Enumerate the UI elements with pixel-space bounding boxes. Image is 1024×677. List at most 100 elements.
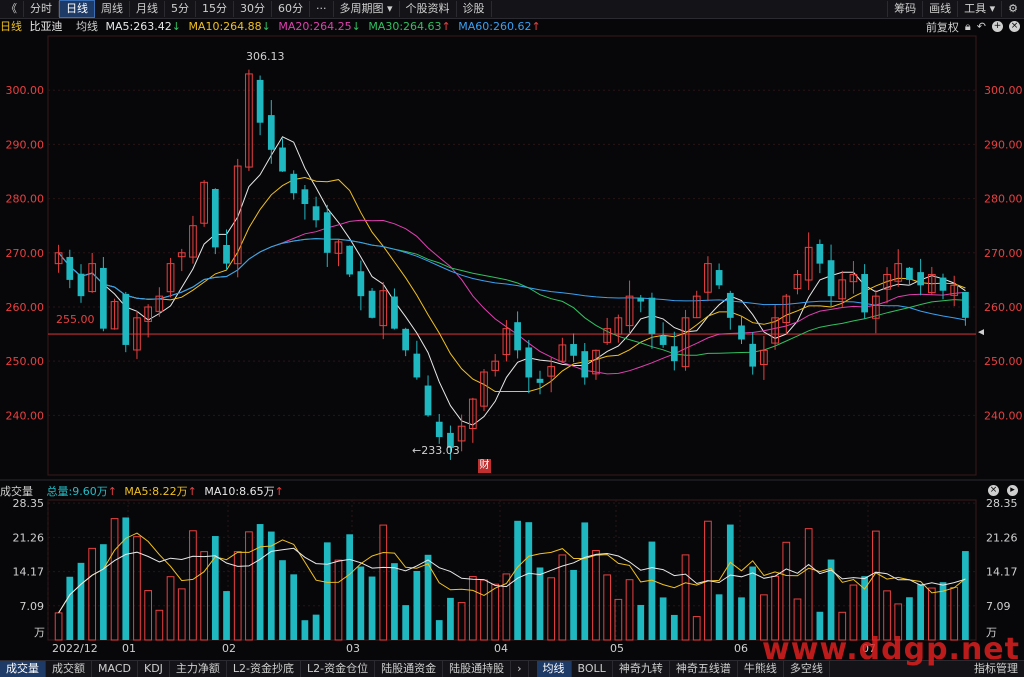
tab-ma[interactable]: 均线 [536,661,572,677]
volume-legend: 成交量 总量:9.60万↑ MA5:8.22万↑ MA10:8.65万↑ [0,484,288,499]
volume-tick-label: 21.26 [13,531,45,544]
tab-l2-bottom[interactable]: L2-资金抄底 [227,661,302,677]
candle-body [256,79,264,123]
candle-body [648,297,656,335]
price-tick-label: 240.00 [6,409,45,422]
vol-ma5-value: MA5:8.22万↑ [124,485,197,498]
candle-body [66,256,74,280]
candle-body [738,325,745,340]
candle-body [659,335,667,345]
close-icon[interactable]: × [988,485,999,496]
volume-bar [357,566,365,640]
volume-bar [122,517,130,640]
volume-bar [66,576,74,640]
volume-bar [738,597,745,640]
tab-main-net[interactable]: 主力净额 [170,661,227,677]
current-price-marker [978,329,984,336]
volume-bar [279,560,286,640]
tab-magic-nine[interactable]: 神奇九转 [613,661,670,677]
price-axis-left: 300.00 290.00 280.00 270.00 260.00 250.00 240.… [6,84,877,655]
candle-body [346,245,354,275]
price-tick-label: 300.00 [6,84,45,97]
candle-body [402,328,410,351]
candle-body [726,292,734,318]
volume-bar [413,570,421,640]
volume-bar [368,576,376,640]
volume-bar [962,551,969,640]
candle-body [357,271,365,297]
volume-bar [391,563,398,640]
candle-body [211,188,219,248]
volume-bar [749,566,757,640]
candle-body [122,293,130,345]
volume-bar [692,616,701,641]
volume-bar [804,528,813,641]
price-tick-label: 250.00 [984,355,1023,368]
expand-icon[interactable]: ▸ [1007,485,1018,496]
volume-bar [681,554,690,641]
date-tick-label: 03 [346,642,360,655]
candle-body [581,351,589,378]
volume-bar [144,590,153,641]
volume-bar [379,524,388,641]
date-tick-label: 06 [734,642,748,655]
tab-magic-five[interactable]: 神奇五线谱 [670,661,738,677]
finance-badge[interactable]: 财 [478,459,491,473]
tab-volume[interactable]: 成交量 [0,661,46,677]
volume-bar [457,602,466,641]
volume-bar [177,588,186,641]
candle-body [100,267,107,329]
date-tick-label: 05 [610,642,624,655]
candle-body [391,296,398,329]
candle-body [435,421,443,438]
volume-bar [334,559,343,641]
volume-bar [54,612,63,641]
ref-line-label: 255.00 [56,313,95,326]
candle-body [749,343,757,367]
chart-grid [0,35,1024,641]
date-tick-label: 01 [122,642,136,655]
low-price-label: ←233.03 [412,444,460,457]
candles [54,69,969,460]
tab-kdj[interactable]: KDJ [138,661,170,677]
volume-bar [491,583,500,641]
volume-bar [871,530,880,641]
volume-title[interactable]: 成交量 [0,485,33,498]
tab-hk-connect-funds[interactable]: 陆股通资金 [375,661,444,677]
volume-bar [771,575,779,641]
volume-bar [100,544,107,640]
tab-turnover[interactable]: 成交额 [46,661,92,677]
volume-bar [480,579,488,641]
volume-controls: × ▸ [988,485,1018,496]
candle-body [637,297,645,302]
candle-body [368,290,376,318]
watermark-text: www.ddgp.net [762,632,1020,667]
candle-body [323,212,331,253]
candle-body [301,189,309,205]
volume-bar [223,591,230,640]
scroll-right-arrow[interactable]: › [511,661,529,677]
tab-l2-position[interactable]: L2-资金仓位 [301,661,376,677]
price-tick-label: 250.00 [6,355,45,368]
tab-macd[interactable]: MACD [92,661,138,677]
candle-body [715,270,723,286]
volume-bar [312,614,320,640]
volume-tick-label: 14.17 [986,566,1018,579]
volume-bar [637,604,645,640]
total-volume-value: 总量:9.60万↑ [46,485,117,498]
kline-chart[interactable]: 300.00 290.00 280.00 270.00 260.00 250.00 240.… [0,0,1024,660]
volume-bar [715,594,723,640]
candle-body [917,272,924,286]
volume-bar [245,531,253,641]
volume-bar [346,534,354,640]
candle-body [267,115,275,150]
volume-bar [200,551,208,641]
price-tick-label: 270.00 [984,247,1023,260]
tab-hk-connect-holdings[interactable]: 陆股通持股 [443,661,512,677]
tab-boll[interactable]: BOLL [572,661,613,677]
volume-bars [54,517,969,641]
date-tick-label: 02 [222,642,236,655]
volume-tick-label: 14.17 [13,566,45,579]
price-tick-label: 280.00 [984,193,1023,206]
price-frame [47,35,977,476]
